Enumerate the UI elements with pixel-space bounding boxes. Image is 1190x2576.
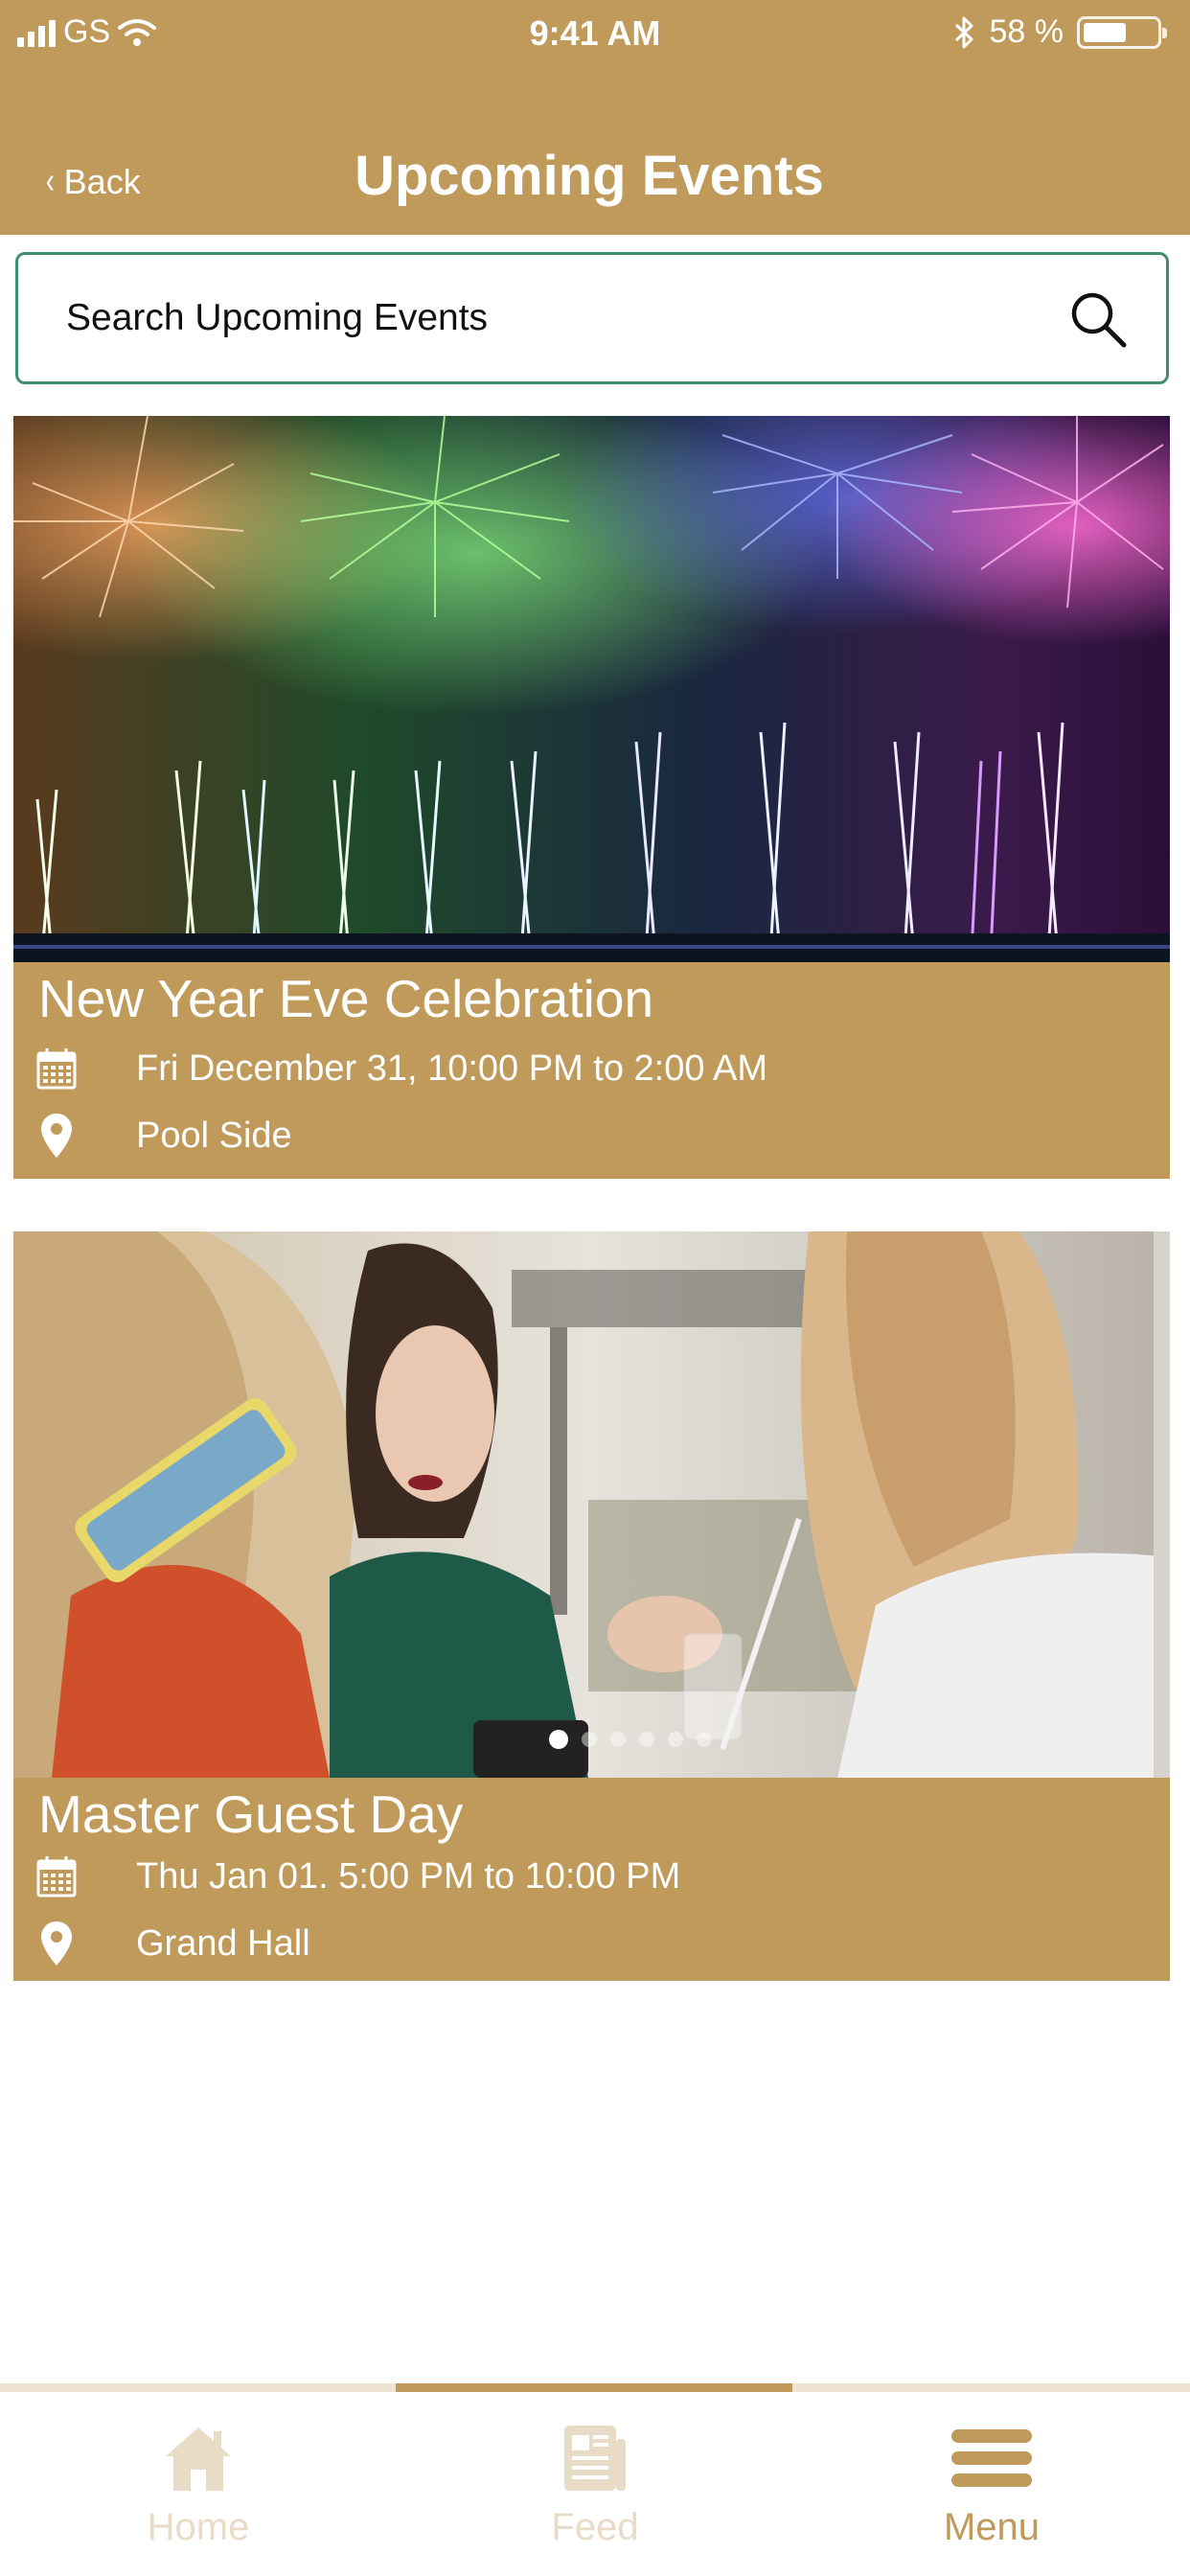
home-icon (0, 2422, 397, 2495)
tab-indicator (396, 2383, 792, 2392)
event-card[interactable]: Master Guest Day Thu Jan 01. 5:00 PM to … (13, 1231, 1170, 1981)
carousel-dot[interactable] (638, 1732, 654, 1747)
event-info: New Year Eve Celebration Fri December 31… (13, 962, 1170, 1179)
event-info: Master Guest Day Thu Jan 01. 5:00 PM to … (13, 1778, 1170, 1981)
page-title: Upcoming Events (355, 145, 824, 207)
bluetooth-icon (954, 16, 973, 48)
event-card[interactable]: New Year Eve Celebration Fri December 31… (13, 416, 1170, 1179)
event-location-row: Pool Side (34, 1114, 292, 1158)
app-header: GS 9:41 AM 58 % ‹ Back Upcoming Events (0, 0, 1190, 235)
carousel-dot[interactable] (609, 1732, 626, 1747)
tab-home-label: Home (147, 2506, 250, 2548)
search-box[interactable] (15, 252, 1169, 384)
event-date-row: Thu Jan 01. 5:00 PM to 10:00 PM (34, 1854, 680, 1898)
event-location: Grand Hall (136, 1922, 310, 1964)
status-right: 58 % (953, 13, 1167, 51)
carousel-dot[interactable] (667, 1732, 683, 1747)
event-date: Thu Jan 01. 5:00 PM to 10:00 PM (136, 1855, 681, 1897)
menu-icon (793, 2422, 1190, 2495)
event-image-guests[interactable] (13, 1231, 1170, 1778)
event-date: Fri December 31, 10:00 PM to 2:00 AM (136, 1047, 767, 1089)
location-pin-icon (34, 1114, 79, 1158)
event-title: Master Guest Day (38, 1784, 464, 1844)
carousel-dot[interactable] (696, 1732, 712, 1747)
event-image-fireworks[interactable] (13, 416, 1170, 962)
calendar-icon (34, 1854, 79, 1898)
tab-menu[interactable]: Menu (793, 2422, 1190, 2549)
status-bar: GS 9:41 AM 58 % (0, 0, 1190, 67)
carousel-dot[interactable] (581, 1732, 597, 1747)
tab-feed[interactable]: Feed (397, 2422, 793, 2549)
event-location: Pool Side (136, 1115, 292, 1156)
fireworks-photo (13, 416, 1170, 962)
location-pin-icon (34, 1921, 79, 1966)
battery-icon (1077, 15, 1167, 49)
battery-percent: 58 % (989, 13, 1064, 50)
calendar-icon (34, 1046, 79, 1091)
newspaper-icon (397, 2422, 793, 2495)
guests-photo (13, 1231, 1170, 1778)
event-location-row: Grand Hall (34, 1921, 310, 1966)
carousel-dots[interactable] (13, 1730, 1170, 1749)
event-title: New Year Eve Celebration (38, 969, 654, 1028)
tab-menu-label: Menu (943, 2506, 1041, 2548)
event-date-row: Fri December 31, 10:00 PM to 2:00 AM (34, 1046, 767, 1091)
search-icon[interactable] (1068, 289, 1128, 349)
search-input[interactable] (66, 255, 1024, 381)
tab-bar: Home Feed Menu (0, 2383, 1190, 2576)
tab-home[interactable]: Home (0, 2422, 397, 2549)
carousel-dot[interactable] (548, 1730, 568, 1749)
tab-feed-label: Feed (551, 2506, 639, 2548)
